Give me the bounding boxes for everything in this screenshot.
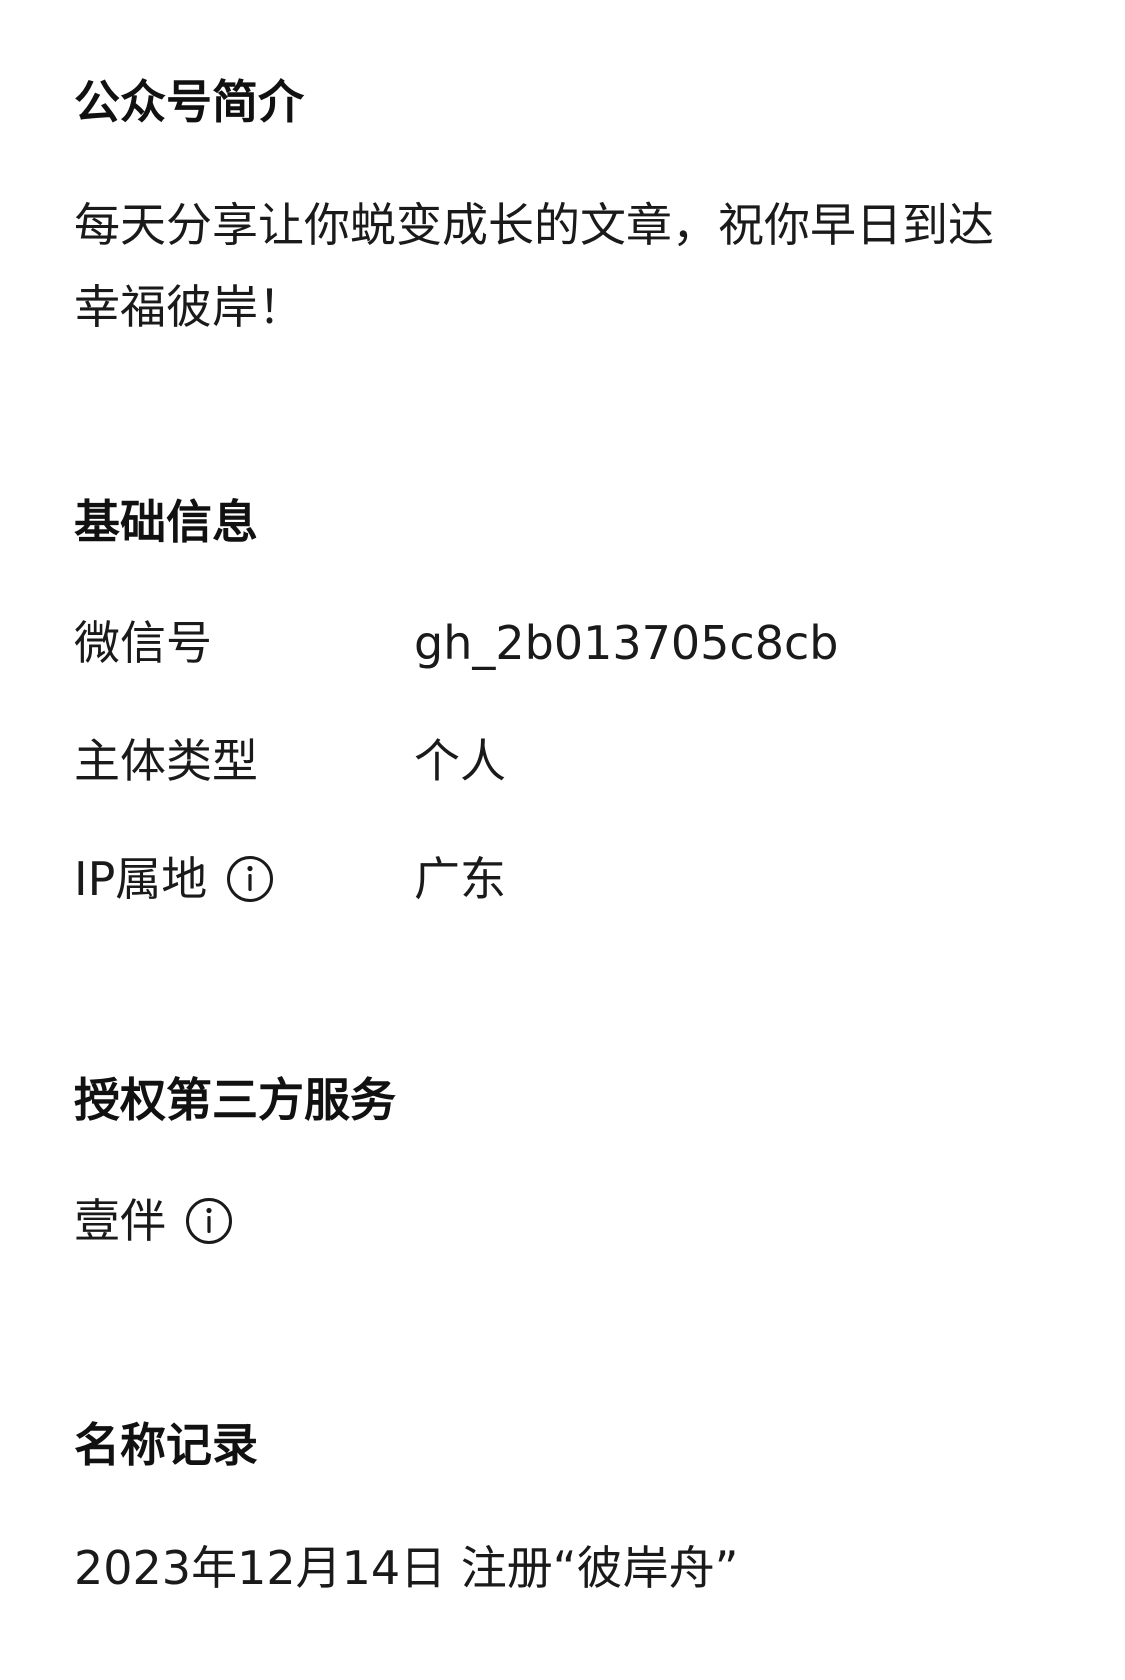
third-party-section-title: 授权第三方服务	[74, 1073, 396, 1127]
info-icon[interactable]	[225, 854, 275, 904]
ip-location-row: IP属地 广东	[74, 849, 506, 909]
ip-location-label-group: IP属地	[74, 849, 414, 909]
intro-text: 每天分享让你蜕变成长的文章，祝你早日到达幸福彼岸！	[74, 198, 994, 334]
basic-info-section-title: 基础信息	[74, 495, 258, 549]
name-record-section-title: 名称记录	[74, 1418, 258, 1472]
ip-location-value: 广东	[414, 852, 506, 906]
entity-type-value: 个人	[414, 734, 506, 788]
entity-type-row: 主体类型 个人	[74, 731, 506, 791]
third-party-item: 壹伴	[74, 1191, 234, 1251]
info-icon[interactable]	[184, 1196, 234, 1246]
ip-location-label: IP属地	[74, 852, 208, 906]
wechat-id-label: 微信号	[74, 616, 212, 670]
wechat-id-row: 微信号 gh_2b013705c8cb	[74, 613, 838, 673]
intro-section-title: 公众号简介	[74, 75, 304, 129]
wechat-id-value: gh_2b013705c8cb	[414, 616, 839, 670]
third-party-item-label: 壹伴	[74, 1194, 166, 1248]
entity-type-label: 主体类型	[74, 734, 258, 788]
name-record-entry: 2023年12月14日 注册“彼岸舟”	[74, 1541, 739, 1595]
